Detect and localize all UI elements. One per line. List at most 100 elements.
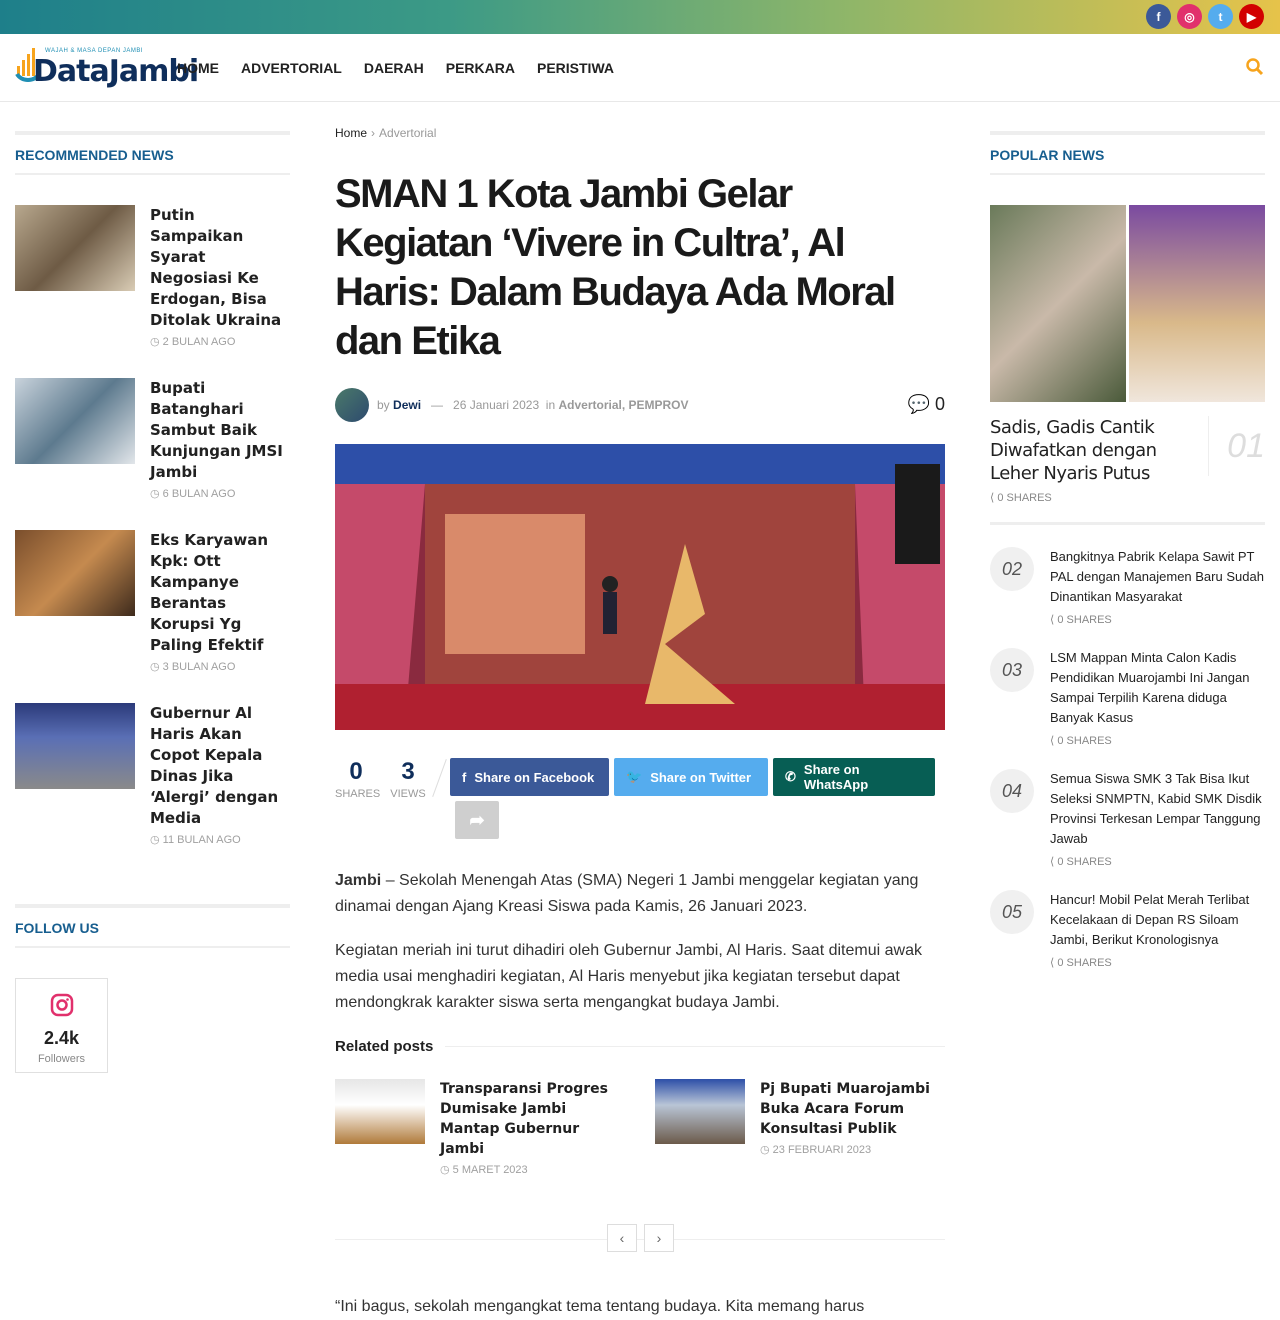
share-count: ⟨ 0 SHARES bbox=[1050, 735, 1112, 747]
instagram-icon[interactable]: ◎ bbox=[1177, 4, 1202, 29]
rank-number: 01 bbox=[1208, 416, 1265, 476]
divider bbox=[445, 1046, 945, 1047]
article-meta: by Dewi — 26 Januari 2023 in Advertorial… bbox=[335, 388, 945, 422]
dateline: Jambi bbox=[335, 872, 382, 889]
facebook-icon[interactable]: f bbox=[1146, 4, 1171, 29]
popular-item[interactable]: 04 Semua Siswa SMK 3 Tak Bisa Ikut Selek… bbox=[990, 769, 1265, 868]
instagram-follow-box[interactable]: 2.4k Followers bbox=[15, 978, 108, 1073]
popular-title: POPULAR NEWS bbox=[990, 131, 1265, 175]
recommended-title: RECOMMENDED NEWS bbox=[15, 131, 290, 175]
share-twitter-button[interactable]: 🐦 Share on Twitter bbox=[614, 758, 768, 796]
nav-advertorial[interactable]: ADVERTORIAL bbox=[241, 60, 342, 76]
share-facebook-label: Share on Facebook bbox=[474, 769, 595, 785]
share-whatsapp-button[interactable]: ✆ Share on WhatsApp bbox=[773, 758, 935, 796]
separator: — bbox=[431, 398, 444, 412]
shares-number: 0 bbox=[349, 758, 363, 785]
related-pager: ‹ › bbox=[335, 1224, 945, 1254]
list-item[interactable]: Putin Sampaikan Syarat Negosiasi Ke Erdo… bbox=[15, 205, 290, 348]
popular-title-link[interactable]: Semua Siswa SMK 3 Tak Bisa Ikut Seleksi … bbox=[1050, 769, 1265, 849]
list-item[interactable]: Pj Bupati Muarojambi Buka Acara Forum Ko… bbox=[655, 1079, 945, 1176]
nav-peristiwa[interactable]: PERISTIWA bbox=[537, 60, 614, 76]
popular-item[interactable]: Sadis, Gadis Cantik Diwafatkan dengan Le… bbox=[990, 416, 1265, 485]
popular-title-link[interactable]: Bangkitnya Pabrik Kelapa Sawit PT PAL de… bbox=[1050, 547, 1265, 607]
thumbnail-image[interactable] bbox=[15, 205, 135, 291]
divider bbox=[990, 522, 1265, 525]
search-icon[interactable] bbox=[1246, 58, 1264, 81]
post-date: ◷ 23 FEBRUARI 2023 bbox=[760, 1144, 872, 1156]
recommended-title-link[interactable]: Putin Sampaikan Syarat Negosiasi Ke Erdo… bbox=[150, 205, 290, 331]
popular-item[interactable]: 02 Bangkitnya Pabrik Kelapa Sawit PT PAL… bbox=[990, 547, 1265, 626]
popular-title-link[interactable]: Sadis, Gadis Cantik Diwafatkan dengan Le… bbox=[990, 416, 1188, 485]
next-button[interactable]: › bbox=[644, 1224, 674, 1252]
avatar[interactable] bbox=[335, 388, 369, 422]
list-item[interactable]: Gubernur Al Haris Akan Copot Kepala Dina… bbox=[15, 703, 290, 846]
right-sidebar: POPULAR NEWS Sadis, Gadis Cantik Diwafat… bbox=[990, 131, 1265, 969]
nav-daerah[interactable]: DAERAH bbox=[364, 60, 424, 76]
by-label: by bbox=[377, 398, 390, 412]
related-title-link[interactable]: Pj Bupati Muarojambi Buka Acara Forum Ko… bbox=[760, 1079, 945, 1139]
chevron-right-icon: › bbox=[656, 1230, 662, 1246]
popular-item[interactable]: 05 Hancur! Mobil Pelat Merah Terlibat Ke… bbox=[990, 890, 1265, 969]
share-twitter-label: Share on Twitter bbox=[650, 769, 752, 785]
thumbnail-image[interactable] bbox=[655, 1079, 745, 1144]
breadcrumb-home[interactable]: Home bbox=[335, 126, 367, 140]
post-date: 26 Januari 2023 bbox=[453, 398, 540, 412]
share-whatsapp-label: Share on WhatsApp bbox=[803, 762, 869, 792]
breadcrumb-current[interactable]: Advertorial bbox=[379, 126, 436, 140]
left-sidebar: RECOMMENDED NEWS Putin Sampaikan Syarat … bbox=[15, 131, 290, 1073]
comment-count[interactable]: 💬 0 bbox=[908, 394, 945, 415]
category-links[interactable]: Advertorial, PEMPROV bbox=[558, 398, 688, 412]
rank-number: 04 bbox=[990, 769, 1034, 813]
list-item[interactable]: Bupati Batanghari Sambut Baik Kunjungan … bbox=[15, 378, 290, 500]
popular-title-link[interactable]: Hancur! Mobil Pelat Merah Terlibat Kecel… bbox=[1050, 890, 1265, 950]
nav-perkara[interactable]: PERKARA bbox=[446, 60, 515, 76]
recommended-title-link[interactable]: Gubernur Al Haris Akan Copot Kepala Dina… bbox=[150, 703, 290, 829]
share-facebook-button[interactable]: f Share on Facebook bbox=[450, 758, 609, 796]
youtube-icon[interactable]: ▶ bbox=[1239, 4, 1264, 29]
list-item[interactable]: Transparansi Progres Dumisake Jambi Mant… bbox=[335, 1079, 625, 1176]
views-label: VIEWS bbox=[390, 788, 426, 800]
post-date: ◷ 6 BULAN AGO bbox=[150, 488, 236, 500]
post-date: ◷ 3 BULAN AGO bbox=[150, 661, 236, 673]
views-number: 3 bbox=[401, 758, 415, 785]
prev-button[interactable]: ‹ bbox=[607, 1224, 637, 1252]
article-title: SMAN 1 Kota Jambi Gelar Kegiatan ‘Vivere… bbox=[335, 172, 896, 363]
logo-name: DataJambi bbox=[33, 54, 199, 89]
thumbnail-image bbox=[990, 205, 1126, 402]
follower-count: 2.4k bbox=[43, 1028, 80, 1048]
rank-number: 05 bbox=[990, 890, 1034, 934]
views-counter: 3 VIEWS bbox=[387, 758, 429, 848]
recommended-title-link[interactable]: Bupati Batanghari Sambut Baik Kunjungan … bbox=[150, 378, 290, 483]
thumbnail-image[interactable] bbox=[15, 530, 135, 616]
twitter-icon[interactable]: t bbox=[1208, 4, 1233, 29]
share-more-button[interactable]: ➦ bbox=[455, 801, 499, 839]
social-links: f ◎ t ▶ bbox=[1146, 4, 1264, 29]
chevron-right-icon: › bbox=[371, 126, 376, 140]
list-item[interactable]: Eks Karyawan Kpk: Ott Kampanye Berantas … bbox=[15, 530, 290, 673]
post-date: ◷ 2 BULAN AGO bbox=[150, 336, 236, 348]
popular-featured-image[interactable] bbox=[990, 205, 1265, 402]
main-nav: HOME ADVERTORIAL DAERAH PERKARA PERISTIW… bbox=[177, 60, 614, 76]
popular-item[interactable]: 03 LSM Mappan Minta Calon Kadis Pendidik… bbox=[990, 648, 1265, 747]
rank-number: 02 bbox=[990, 547, 1034, 591]
article-main: Home › Advertorial SMAN 1 Kota Jambi Gelar… bbox=[335, 126, 945, 1320]
article-paragraph: “Ini bagus, sekolah mengangkat tema tent… bbox=[335, 1298, 865, 1315]
article-paragraph: Kegiatan meriah ini turut dihadiri oleh … bbox=[335, 942, 922, 1011]
article-paragraph: Jambi – Sekolah Menengah Atas (SMA) Nege… bbox=[335, 868, 945, 920]
share-arrow-icon: ➦ bbox=[469, 809, 485, 830]
thumbnail-image[interactable] bbox=[15, 703, 135, 789]
thumbnail-image[interactable] bbox=[15, 378, 135, 464]
follow-us-title: FOLLOW US bbox=[15, 904, 290, 948]
thumbnail-image bbox=[1129, 205, 1265, 402]
nav-home[interactable]: HOME bbox=[177, 60, 219, 76]
site-header: WAJAH & MASA DEPAN JAMBI DataJambi HOME … bbox=[0, 34, 1280, 102]
thumbnail-image[interactable] bbox=[335, 1079, 425, 1144]
related-title-link[interactable]: Transparansi Progres Dumisake Jambi Mant… bbox=[440, 1079, 625, 1159]
breadcrumb: Home › Advertorial bbox=[335, 126, 945, 140]
related-posts: Transparansi Progres Dumisake Jambi Mant… bbox=[335, 1079, 945, 1176]
author-link[interactable]: Dewi bbox=[393, 398, 421, 412]
site-logo[interactable]: WAJAH & MASA DEPAN JAMBI DataJambi bbox=[15, 42, 199, 90]
recommended-title-link[interactable]: Eks Karyawan Kpk: Ott Kampanye Berantas … bbox=[150, 530, 290, 656]
share-bar: 0 SHARES 3 VIEWS f Share on Facebook 🐦 Sha… bbox=[335, 758, 945, 848]
popular-title-link[interactable]: LSM Mappan Minta Calon Kadis Pendidikan … bbox=[1050, 648, 1265, 728]
